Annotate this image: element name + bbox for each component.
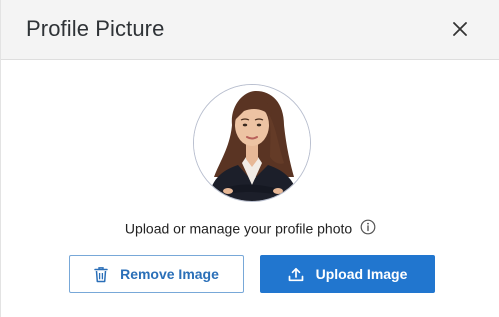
remove-image-button[interactable]: Remove Image bbox=[69, 255, 244, 293]
trash-icon bbox=[94, 266, 108, 283]
dialog-title: Profile Picture bbox=[26, 16, 165, 41]
upload-image-label: Upload Image bbox=[315, 266, 408, 282]
caption: Upload or manage your profile photo bbox=[1, 219, 499, 236]
profile-photo bbox=[194, 85, 310, 201]
remove-image-label: Remove Image bbox=[120, 266, 219, 282]
upload-image-button[interactable]: Upload Image bbox=[260, 255, 435, 293]
dialog-header: Profile Picture bbox=[1, 0, 499, 60]
close-icon bbox=[453, 22, 467, 36]
upload-icon bbox=[288, 267, 304, 282]
close-button[interactable] bbox=[447, 16, 473, 42]
profile-picture-dialog: Profile Picture Upload or manage your pr… bbox=[0, 0, 499, 317]
avatar bbox=[193, 84, 311, 202]
caption-text: Upload or manage your profile photo bbox=[124, 220, 353, 237]
info-icon[interactable] bbox=[360, 219, 376, 235]
